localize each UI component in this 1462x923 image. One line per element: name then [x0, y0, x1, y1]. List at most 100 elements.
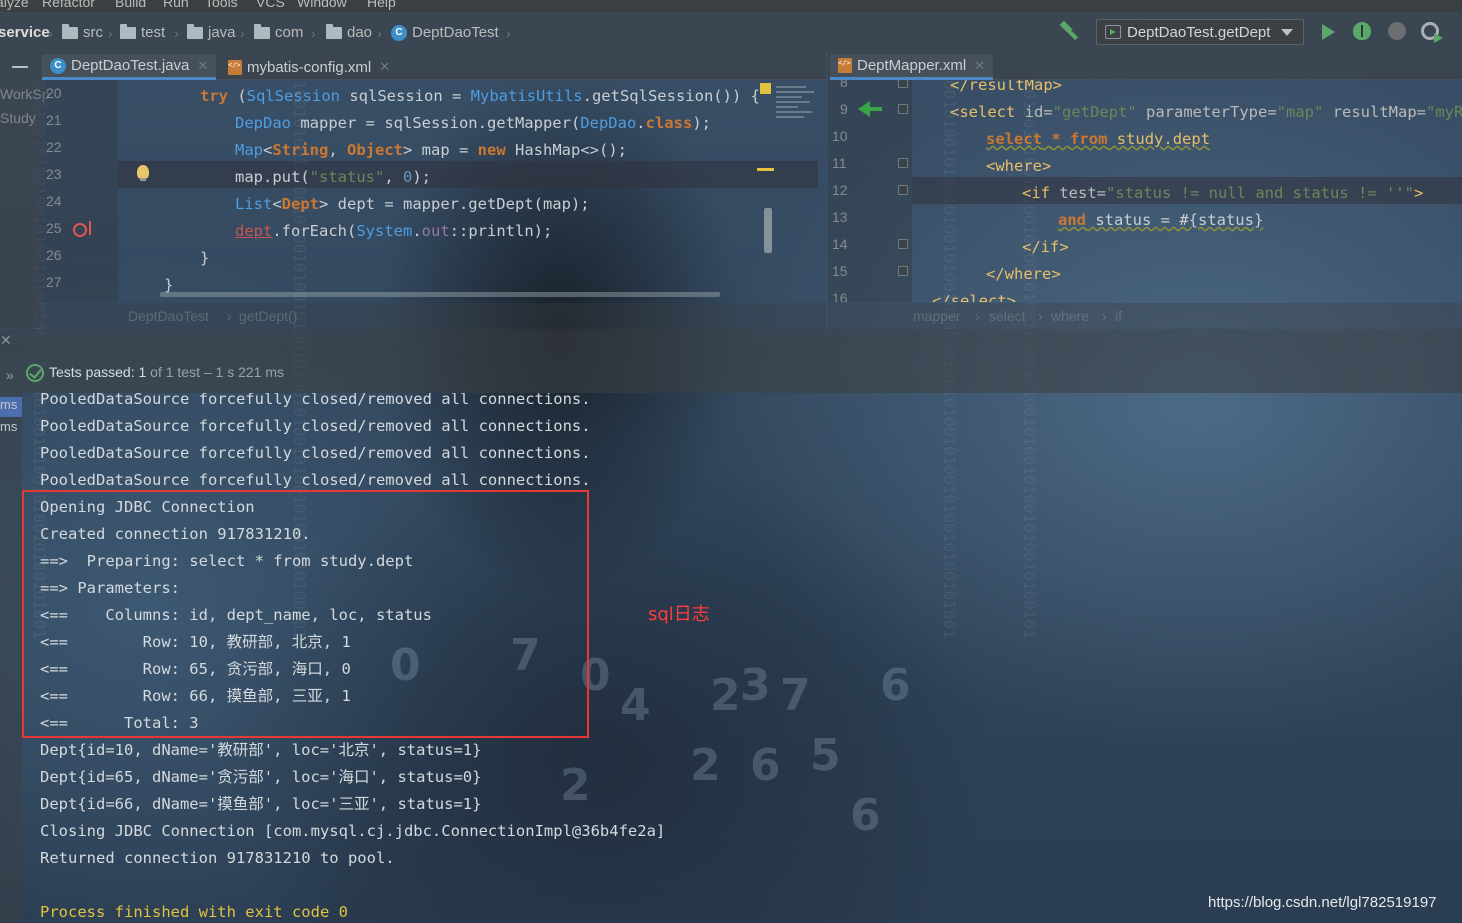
- breadcrumb-class[interactable]: DeptDaoTest: [128, 308, 209, 324]
- console-line: PooledDataSource forcefully closed/remov…: [40, 393, 591, 408]
- line-number: 27: [46, 274, 62, 290]
- menu-item-analyze[interactable]: alyze: [0, 0, 29, 10]
- test-status-detail: of 1 test – 1 s 221 ms: [146, 364, 285, 380]
- breadcrumb-src[interactable]: src: [62, 23, 103, 41]
- xml-line-14: </if>: [1022, 238, 1069, 256]
- breadcrumb-label: src: [83, 24, 103, 41]
- xml-line-16: </select>: [932, 292, 1016, 302]
- close-icon[interactable]: ✕: [0, 333, 12, 349]
- breadcrumb-method[interactable]: getDept(): [239, 308, 297, 324]
- close-icon[interactable]: ✕: [379, 59, 390, 75]
- line-number: 12: [832, 182, 848, 198]
- menu-item-window[interactable]: Window: [297, 0, 347, 10]
- warning-stripe[interactable]: [757, 168, 774, 171]
- code-line-21: DepDao mapper = sqlSession.getMapper(Dep…: [235, 114, 711, 132]
- console-line: Dept{id=66, dName='摸鱼部', loc='三亚', statu…: [40, 795, 482, 813]
- breadcrumb-label: java: [208, 24, 236, 41]
- menu-item-tools[interactable]: Tools: [205, 0, 238, 10]
- navigate-to-interface-arrow-icon[interactable]: [858, 98, 884, 120]
- profile-run-icon[interactable]: [1421, 22, 1443, 43]
- breadcrumb-where[interactable]: where: [1051, 308, 1089, 324]
- xml-line-15: </where>: [986, 265, 1061, 283]
- vertical-scrollbar[interactable]: [764, 208, 772, 253]
- java-code-editor[interactable]: 20 21 22 23 24 25 26 27 try (SqlSession …: [40, 80, 826, 302]
- console-line: PooledDataSource forcefully closed/remov…: [40, 417, 591, 435]
- run-configuration-select[interactable]: DeptDaoTest.getDept: [1096, 19, 1304, 45]
- breadcrumb-java[interactable]: java: [187, 23, 236, 41]
- xml-line-11: <where>: [986, 157, 1052, 175]
- class-icon: C: [391, 24, 407, 41]
- xml-line-8: </resultMap>: [950, 80, 1062, 94]
- breadcrumb-mapper[interactable]: mapper: [913, 308, 960, 324]
- tab-label: DeptDaoTest.java: [71, 57, 190, 74]
- line-number: 21: [46, 112, 62, 128]
- expand-chevron-icon[interactable]: »: [6, 367, 14, 383]
- breadcrumb-label: service: [0, 24, 50, 41]
- xml-line-13: and status = #{status}: [1058, 211, 1264, 229]
- tab-deptmapper-xml[interactable]: DeptMapper.xml ✕: [830, 54, 994, 80]
- collapse-minus-icon[interactable]: [12, 66, 28, 68]
- build-hammer-icon[interactable]: [1060, 22, 1080, 42]
- breadcrumb-separator: ›: [377, 25, 382, 41]
- tab-deptdaotest-java[interactable]: C DeptDaoTest.java ✕: [42, 54, 217, 80]
- run-configuration-label: DeptDaoTest.getDept: [1127, 23, 1271, 41]
- line-number: 15: [832, 263, 848, 279]
- line-number: 22: [46, 139, 62, 155]
- fold-icon[interactable]: [898, 104, 908, 114]
- fold-icon[interactable]: [898, 239, 908, 249]
- code-line-20: try (SqlSession sqlSession = MybatisUtil…: [200, 87, 760, 105]
- current-line-highlight: [118, 161, 818, 188]
- line-number: 10: [832, 128, 848, 144]
- menu-bar: alyze Refactor Build Run Tools VCS Windo…: [0, 0, 1462, 12]
- chevron-down-icon: [1281, 29, 1293, 36]
- fold-icon[interactable]: [898, 266, 908, 276]
- code-line-26: }: [200, 249, 210, 267]
- xml-code-editor[interactable]: 8 9 10 11 12 13 14 15 16 </resultMap> <s…: [828, 80, 1462, 302]
- line-number: 11: [832, 155, 847, 171]
- menu-item-refactor[interactable]: Refactor: [42, 0, 95, 10]
- menu-item-run[interactable]: Run: [163, 0, 189, 10]
- breadcrumb-if[interactable]: if: [1115, 308, 1122, 324]
- tab-mybatis-config-xml[interactable]: mybatis-config.xml ✕: [220, 54, 398, 80]
- breadcrumb-separator: ›: [311, 25, 316, 41]
- debug-bug-icon[interactable]: [1353, 22, 1371, 40]
- test-status-bar: » Tests passed: 1 of 1 test – 1 s 221 ms: [0, 359, 1462, 393]
- coverage-icon[interactable]: [1388, 22, 1406, 40]
- menu-item-vcs[interactable]: VCS: [256, 0, 285, 10]
- test-results-tree: ms ms: [0, 393, 22, 923]
- breadcrumb-label: com: [275, 24, 304, 41]
- right-editor-breadcrumb: mapper › select › where › if: [828, 303, 1462, 329]
- test-tree-item[interactable]: ms: [0, 397, 22, 417]
- breadcrumb-class[interactable]: C DeptDaoTest: [391, 24, 499, 41]
- horizontal-scrollbar[interactable]: [160, 292, 720, 297]
- breadcrumb-com[interactable]: com: [254, 23, 304, 41]
- breadcrumb-test[interactable]: test: [120, 23, 165, 41]
- project-tree-label[interactable]: Study: [0, 110, 36, 126]
- breadcrumb-select[interactable]: select: [989, 308, 1026, 324]
- test-tree-item[interactable]: ms: [0, 419, 22, 439]
- run-play-icon[interactable]: [1322, 24, 1335, 40]
- close-icon[interactable]: ✕: [197, 58, 208, 74]
- fold-icon[interactable]: [898, 158, 908, 168]
- line-number: 20: [46, 85, 62, 101]
- console-line: Dept{id=65, dName='贪污部', loc='海口', statu…: [40, 768, 482, 786]
- breadcrumb-dao[interactable]: dao: [326, 23, 372, 41]
- warning-marker-icon[interactable]: [760, 83, 771, 94]
- fold-icon[interactable]: [898, 185, 908, 195]
- tab-label: DeptMapper.xml: [857, 57, 967, 74]
- code-line-24: List<Dept> dept = mapper.getDept(map);: [235, 195, 590, 213]
- close-icon[interactable]: ✕: [974, 58, 985, 74]
- menu-item-help[interactable]: Help: [367, 0, 396, 10]
- menu-item-build[interactable]: Build: [115, 0, 146, 10]
- line-number: 14: [832, 236, 848, 252]
- tab-label: mybatis-config.xml: [247, 58, 372, 76]
- lightbulb-icon[interactable]: [137, 165, 149, 181]
- line-number: 23: [46, 166, 62, 182]
- code-minimap: [776, 86, 816, 146]
- fold-icon[interactable]: [898, 80, 908, 88]
- breadcrumb-module[interactable]: service: [0, 24, 50, 41]
- breadcrumb-separator: ›: [174, 25, 179, 41]
- error-arrow-icon[interactable]: [73, 221, 91, 237]
- code-line-22: Map<String, Object> map = new HashMap<>(…: [235, 141, 627, 159]
- breadcrumb-separator: ›: [108, 25, 113, 41]
